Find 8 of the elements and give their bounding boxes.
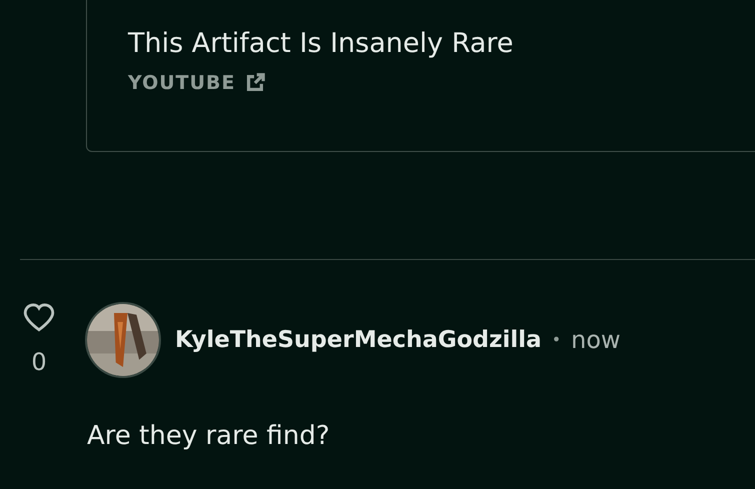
like-count: 0 <box>31 348 47 376</box>
link-title: This Artifact Is Insanely Rare <box>128 27 514 61</box>
separator-dot: • <box>552 329 561 351</box>
username[interactable]: KyleTheSuperMechaGodzilla <box>175 322 542 358</box>
link-card[interactable]: This Artifact Is Insanely Rare YOUTUBE <box>86 0 755 152</box>
comment-text: Are they rare find? <box>87 420 331 452</box>
timestamp: now <box>571 325 621 356</box>
link-source: YOUTUBE <box>128 71 236 95</box>
